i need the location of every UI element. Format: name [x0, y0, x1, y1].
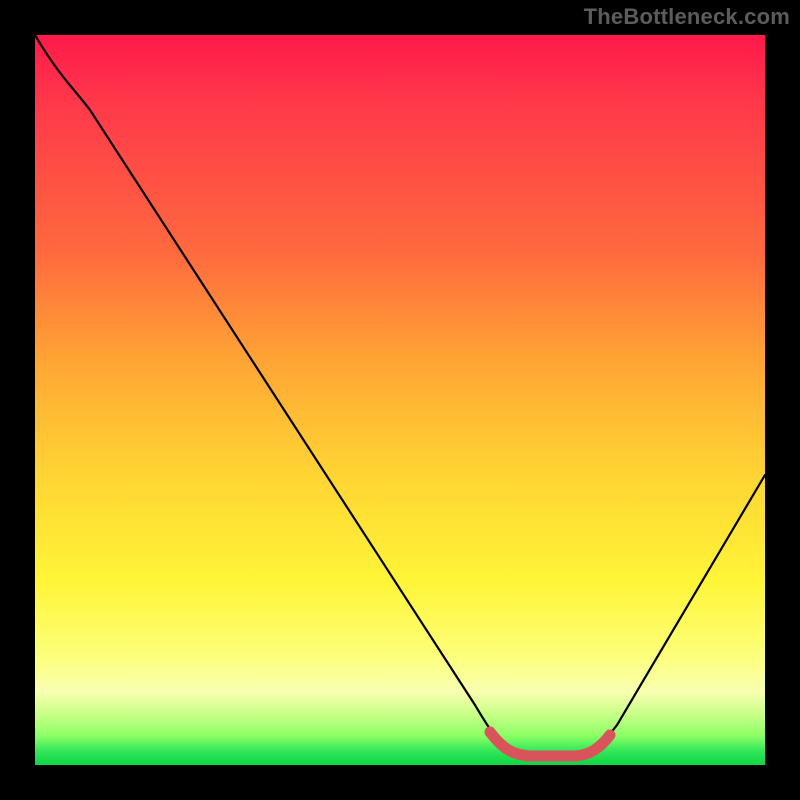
bottleneck-curve-line [35, 35, 765, 755]
bottleneck-curve-svg [35, 35, 765, 765]
flat-bottom-highlight [490, 732, 610, 756]
watermark-text: TheBottleneck.com [584, 4, 790, 30]
chart-frame: TheBottleneck.com [0, 0, 800, 800]
plot-area [35, 35, 765, 765]
